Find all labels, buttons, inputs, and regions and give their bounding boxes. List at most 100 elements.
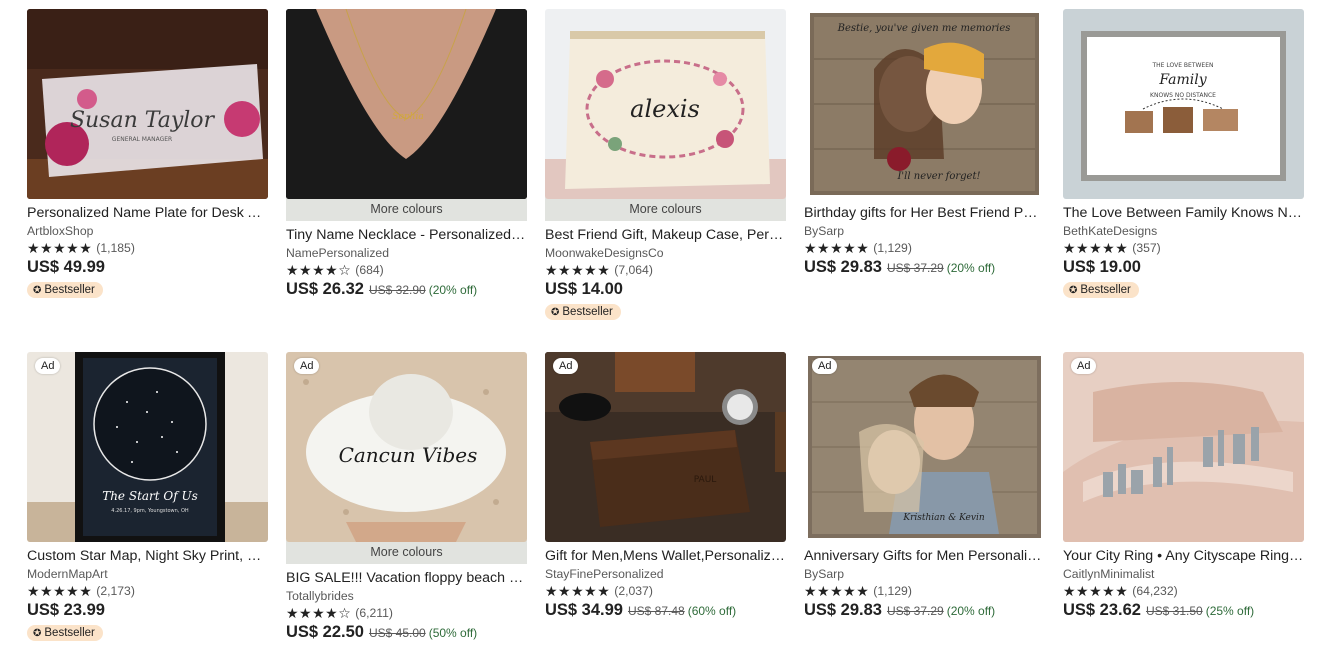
shop-name[interactable]: ModernMapArt (27, 567, 268, 581)
review-count: (357) (1132, 241, 1161, 255)
product-card[interactable]: THE LOVE BETWEEN Family KNOWS NO DISTANC… (1063, 9, 1304, 298)
review-count: (6,211) (355, 606, 393, 620)
original-price: US$ 45.00 (368, 626, 426, 640)
shop-name[interactable]: NamePersonalized (286, 246, 527, 260)
ad-badge: Ad (553, 358, 579, 374)
price: US$ 19.00 (1063, 258, 1141, 276)
product-card[interactable]: Susan Taylor GENERAL MANAGER Personalize… (27, 9, 268, 298)
product-card[interactable]: PAUL Ad Gift for Men,Mens Wallet,Persona… (545, 352, 786, 620)
discount: (20% off) (428, 283, 478, 297)
necklace-image[interactable]: Sophia (286, 9, 527, 199)
shop-name[interactable]: Totallybrides (286, 589, 527, 603)
shop-name[interactable]: BySarp (804, 567, 1045, 581)
discount: (25% off) (1205, 604, 1255, 618)
product-card[interactable]: alexis More colours Best Friend Gift, Ma… (545, 9, 786, 320)
shop-name[interactable]: BethKateDesigns (1063, 224, 1304, 238)
product-title[interactable]: Birthday gifts for Her Best Friend Portr… (804, 205, 1045, 221)
star-map-image[interactable]: The Start Of Us 4.26.17, 9pm, Youngstown… (27, 352, 268, 542)
portrait-bottom-text: I'll never forget! (896, 171, 980, 182)
family-print-image[interactable]: THE LOVE BETWEEN Family KNOWS NO DISTANC… (1063, 9, 1304, 199)
wallet-text: PAUL (694, 475, 717, 485)
wallet-image[interactable]: PAUL Ad (545, 352, 786, 542)
star-map-title-text: The Start Of Us (102, 489, 198, 503)
more-colours-label[interactable]: More colours (286, 197, 527, 221)
shop-name[interactable]: MoonwakeDesignsCo (545, 246, 786, 260)
more-colours-label[interactable]: More colours (286, 540, 527, 564)
product-title[interactable]: Tiny Name Necklace - Personalized Gift (286, 227, 527, 243)
original-price: US$ 32.90 (368, 283, 426, 297)
star-rating-icon: ★★★★★ (545, 583, 611, 599)
ad-badge: Ad (35, 358, 61, 374)
star-rating-icon: ★★★★★ (545, 262, 611, 278)
price-row: US$ 14.00 (545, 280, 786, 299)
product-title[interactable]: Best Friend Gift, Makeup Case, Personali… (545, 227, 786, 243)
star-map-date-text: 4.26.17, 9pm, Youngstown, OH (111, 508, 189, 514)
product-title[interactable]: Custom Star Map, Night Sky Print, Person… (27, 548, 268, 564)
product-grid: Susan Taylor GENERAL MANAGER Personalize… (0, 0, 1327, 651)
couple-names-text: Kristhian & Kevin (902, 513, 984, 523)
ad-badge: Ad (812, 358, 838, 374)
product-title[interactable]: Personalized Name Plate for Desk Acrylic… (27, 205, 268, 221)
shop-name[interactable]: CaitlynMinimalist (1063, 567, 1304, 581)
original-price: US$ 31.50 (1145, 604, 1203, 618)
family-line3-text: KNOWS NO DISTANCE (1150, 92, 1216, 99)
bestseller-badge: ✪ Bestseller (27, 282, 103, 298)
discount: (20% off) (946, 604, 996, 618)
price: US$ 29.83 (804, 601, 882, 619)
city-ring-image[interactable]: Ad (1063, 352, 1304, 542)
star-rating-icon: ★★★★☆ (286, 262, 352, 278)
review-count: (2,173) (96, 584, 135, 598)
review-count: (1,185) (96, 241, 135, 255)
portrait-image[interactable]: Bestie, you've given me memories I'll ne… (804, 9, 1045, 199)
product-card[interactable]: Bestie, you've given me memories I'll ne… (804, 9, 1045, 277)
bestseller-badge: ✪ Bestseller (27, 625, 103, 641)
name-plate-role-text: GENERAL MANAGER (112, 136, 172, 143)
makeup-bag-image[interactable]: alexis (545, 9, 786, 199)
more-colours-label[interactable]: More colours (545, 197, 786, 221)
discount: (60% off) (687, 604, 737, 618)
bestseller-label: Bestseller (1080, 284, 1131, 296)
shop-name[interactable]: ArtbloxShop (27, 224, 268, 238)
name-plate-image[interactable]: Susan Taylor GENERAL MANAGER (27, 9, 268, 199)
price: US$ 29.83 (804, 258, 882, 276)
product-card[interactable]: Ad Your City Ring • Any Cityscape Ring G… (1063, 352, 1304, 620)
product-card[interactable]: Sophia More colours Tiny Name Necklace -… (286, 9, 527, 299)
discount: (50% off) (428, 626, 478, 640)
price-row: US$ 29.83 US$ 37.29 (20% off) (804, 258, 1045, 277)
shop-name[interactable]: BySarp (804, 224, 1045, 238)
price: US$ 49.99 (27, 258, 105, 276)
product-card[interactable]: Cancun Vibes Ad More colours BIG SALE!!!… (286, 352, 527, 642)
product-title[interactable]: Anniversary Gifts for Men Personalized P… (804, 548, 1045, 564)
shop-name[interactable]: StayFinePersonalized (545, 567, 786, 581)
star-rating-icon: ★★★★★ (804, 583, 870, 599)
product-title[interactable]: The Love Between Family Knows No Distanc… (1063, 205, 1304, 221)
rating: ★★★★★ (357) (1063, 241, 1304, 255)
bestseller-label: Bestseller (562, 306, 613, 318)
product-title[interactable]: BIG SALE!!! Vacation floppy beach hat (286, 570, 527, 586)
price: US$ 34.99 (545, 601, 623, 619)
product-card[interactable]: The Start Of Us 4.26.17, 9pm, Youngstown… (27, 352, 268, 641)
couple-portrait-image[interactable]: Kristhian & Kevin Ad (804, 352, 1045, 542)
price-row: US$ 29.83 US$ 37.29 (20% off) (804, 601, 1045, 620)
price-row: US$ 22.50 US$ 45.00 (50% off) (286, 623, 527, 642)
ad-badge: Ad (294, 358, 320, 374)
star-rating-icon: ★★★★☆ (286, 605, 352, 621)
review-count: (7,064) (614, 263, 653, 277)
rating: ★★★★☆ (6,211) (286, 606, 527, 620)
product-title[interactable]: Gift for Men,Mens Wallet,Personalized Wa… (545, 548, 786, 564)
bestseller-badge: ✪ Bestseller (1063, 282, 1139, 298)
necklace-text: Sophia (392, 112, 423, 122)
price: US$ 23.99 (27, 601, 105, 619)
product-card[interactable]: Kristhian & Kevin Ad Anniversary Gifts f… (804, 352, 1045, 620)
price-row: US$ 19.00 (1063, 258, 1304, 277)
star-rating-icon: ★★★★★ (1063, 583, 1129, 599)
price-row: US$ 23.99 (27, 601, 268, 620)
family-line1-text: THE LOVE BETWEEN (1152, 62, 1214, 69)
price: US$ 26.32 (286, 280, 364, 298)
price-row: US$ 26.32 US$ 32.90 (20% off) (286, 280, 527, 299)
price-row: US$ 49.99 (27, 258, 268, 277)
product-title[interactable]: Your City Ring • Any Cityscape Ring Gift (1063, 548, 1304, 564)
bag-text: alexis (630, 95, 700, 123)
price: US$ 23.62 (1063, 601, 1141, 619)
beach-hat-image[interactable]: Cancun Vibes Ad (286, 352, 527, 542)
